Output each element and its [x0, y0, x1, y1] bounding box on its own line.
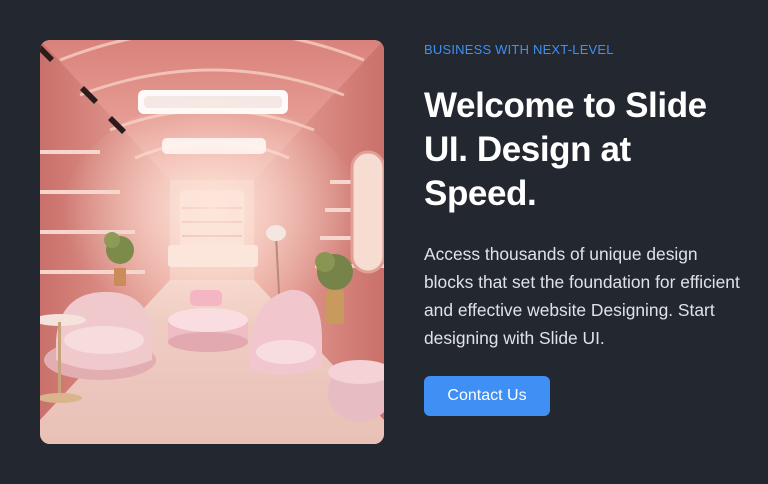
hero-headline: Welcome to Slide UI. Design at Speed.	[424, 86, 707, 213]
hero-image	[40, 40, 384, 444]
contact-us-button[interactable]: Contact Us	[424, 376, 550, 416]
hero-content: BUSINESS WITH NEXT-LEVEL Welcome to Slid…	[424, 40, 744, 416]
eyebrow-label: BUSINESS WITH NEXT-LEVEL	[424, 42, 614, 57]
hero-description: Access thousands of unique design blocks…	[424, 244, 740, 348]
